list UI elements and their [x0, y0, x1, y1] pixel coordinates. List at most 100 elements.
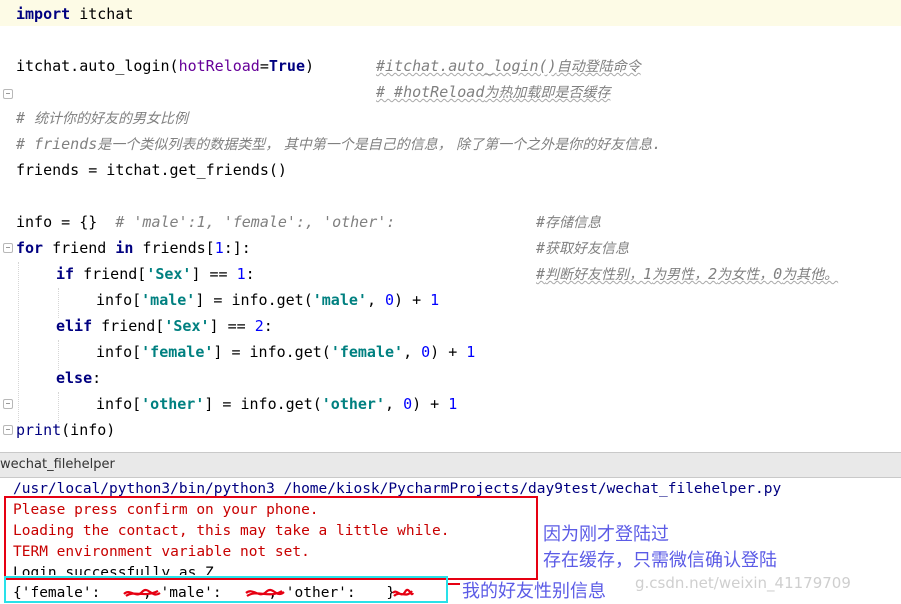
- code-text: ] = info.get(: [213, 343, 331, 361]
- keyword: for: [16, 239, 44, 257]
- comment-line-9: #存储信息: [536, 209, 601, 235]
- code-text: :: [92, 369, 102, 387]
- code-text: friends[: [133, 239, 215, 257]
- code-line-1[interactable]: import itchat: [16, 1, 133, 27]
- code-line-11[interactable]: if friend['Sex'] == 1:: [56, 261, 255, 287]
- number: 1: [236, 265, 246, 283]
- comment: #itchat.auto_login(): [376, 57, 557, 75]
- string: 'other': [141, 395, 205, 413]
- code-text: friend[: [92, 317, 165, 335]
- code-text: info[: [96, 343, 142, 361]
- code-text: ] ==: [191, 265, 237, 283]
- builtin-function: print: [16, 421, 62, 439]
- code-text: itchat.auto_login(: [16, 57, 179, 75]
- annotation-connector: [448, 583, 460, 585]
- code-line-12[interactable]: info['male'] = info.get('male', 0) + 1: [96, 287, 439, 313]
- fold-marker-icon[interactable]: [3, 89, 13, 99]
- annotation-note: 存在缓存，只需微信确认登陆: [543, 550, 777, 571]
- fold-marker-icon[interactable]: [3, 399, 13, 409]
- code-text: info[: [96, 291, 142, 309]
- run-tab-title[interactable]: wechat_filehelper: [0, 453, 115, 477]
- number: 1: [214, 239, 224, 257]
- string: 'female': [141, 343, 214, 361]
- keyword: in: [115, 239, 134, 257]
- code-text: =: [259, 57, 269, 75]
- code-line-6[interactable]: # friends是一个类似列表的数据类型， 其中第一个是自己的信息， 除了第一…: [16, 131, 661, 157]
- code-text: info[: [96, 395, 142, 413]
- comment: 1: [643, 265, 653, 283]
- code-editor[interactable]: import itchat itchat.auto_login(hotReloa…: [0, 0, 901, 452]
- keyword: import: [16, 5, 71, 23]
- param-name: hotReload: [178, 57, 260, 75]
- comment: 为热加载即是否缓存: [484, 85, 611, 101]
- comment: 存储信息: [545, 215, 602, 231]
- string: 'male': [141, 291, 196, 309]
- comment: 为其他。: [782, 267, 839, 283]
- keyword: True: [268, 57, 305, 75]
- comment-line-10: #获取好友信息: [536, 235, 629, 261]
- code-text: ,: [385, 395, 404, 413]
- code-text: friend: [43, 239, 116, 257]
- comment: 为女性，: [717, 267, 774, 283]
- comment: 获取好友信息: [545, 241, 630, 257]
- string: 'male': [312, 291, 367, 309]
- code-line-16[interactable]: info['other'] = info.get('other', 0) + 1: [96, 391, 457, 417]
- comment: #: [536, 239, 546, 257]
- code-line-3[interactable]: itchat.auto_login(hotReload=True): [16, 53, 314, 79]
- code-line-17[interactable]: print(info): [16, 417, 115, 443]
- code-text: (info): [61, 421, 116, 439]
- number: 2: [254, 317, 264, 335]
- comment: 0: [773, 265, 783, 283]
- number: 1: [430, 291, 440, 309]
- string: 'Sex': [164, 317, 210, 335]
- comment: # 'male':1, 'female':, 'other':: [115, 213, 396, 231]
- number: 1: [466, 343, 476, 361]
- code-text: friend[: [74, 265, 147, 283]
- run-tool-window-header[interactable]: wechat_filehelper: [0, 452, 901, 478]
- code-text: :: [245, 265, 255, 283]
- cyan-annotation-box: [4, 576, 448, 603]
- code-line-9[interactable]: info = {} # 'male':1, 'female':, 'other'…: [16, 209, 395, 235]
- code-line-7[interactable]: friends = itchat.get_friends(): [16, 157, 287, 183]
- number: 0: [403, 395, 413, 413]
- code-text: friends = itchat.get_friends(): [16, 161, 287, 179]
- indent-guide: [18, 262, 19, 422]
- code-text: ,: [403, 343, 422, 361]
- code-text: ] = info.get(: [195, 291, 313, 309]
- string: 'Sex': [146, 265, 192, 283]
- comment: 判断好友性别，: [545, 267, 644, 283]
- code-line-5[interactable]: # 统计你的好友的男女比例: [16, 105, 188, 131]
- comment: #: [16, 109, 35, 127]
- comment: 是一个类似列表的数据类型， 其中第一个是自己的信息， 除了第一个之外是你的好友信…: [97, 137, 653, 153]
- code-line-13[interactable]: elif friend['Sex'] == 2:: [56, 313, 273, 339]
- code-text: ) +: [394, 291, 431, 309]
- comment: .: [652, 135, 662, 153]
- code-text: ) +: [430, 343, 467, 361]
- comment: 统计你的好友的男女比例: [34, 111, 189, 127]
- comment: #: [536, 265, 546, 283]
- watermark: g.csdn.net/weixin_41179709: [635, 574, 851, 592]
- code-line-15[interactable]: else:: [56, 365, 101, 391]
- comment: 为男性，: [652, 267, 709, 283]
- comment: # #hotReload: [376, 83, 485, 101]
- current-line-highlight: [0, 0, 901, 26]
- code-line-14[interactable]: info['female'] = info.get('female', 0) +…: [96, 339, 475, 365]
- string: 'other': [321, 395, 385, 413]
- keyword: if: [56, 265, 75, 283]
- keyword: else: [56, 369, 93, 387]
- code-text: info = {}: [16, 213, 116, 231]
- fold-marker-icon[interactable]: [3, 425, 13, 435]
- code-text: ,: [366, 291, 385, 309]
- comment-line-4: # #hotReload为热加载即是否缓存: [376, 79, 610, 105]
- fold-marker-icon[interactable]: [3, 243, 13, 253]
- code-text: :: [263, 317, 273, 335]
- keyword: elif: [56, 317, 93, 335]
- comment: # friends: [16, 135, 98, 153]
- number: 1: [448, 395, 458, 413]
- code-text: ] = info.get(: [204, 395, 322, 413]
- comment: 自动登陆命令: [556, 59, 641, 75]
- code-line-10[interactable]: for friend in friends[1:]:: [16, 235, 251, 261]
- comment: #: [536, 213, 546, 231]
- comment-line-3: #itchat.auto_login()自动登陆命令: [376, 53, 641, 79]
- code-text: itchat: [70, 5, 134, 23]
